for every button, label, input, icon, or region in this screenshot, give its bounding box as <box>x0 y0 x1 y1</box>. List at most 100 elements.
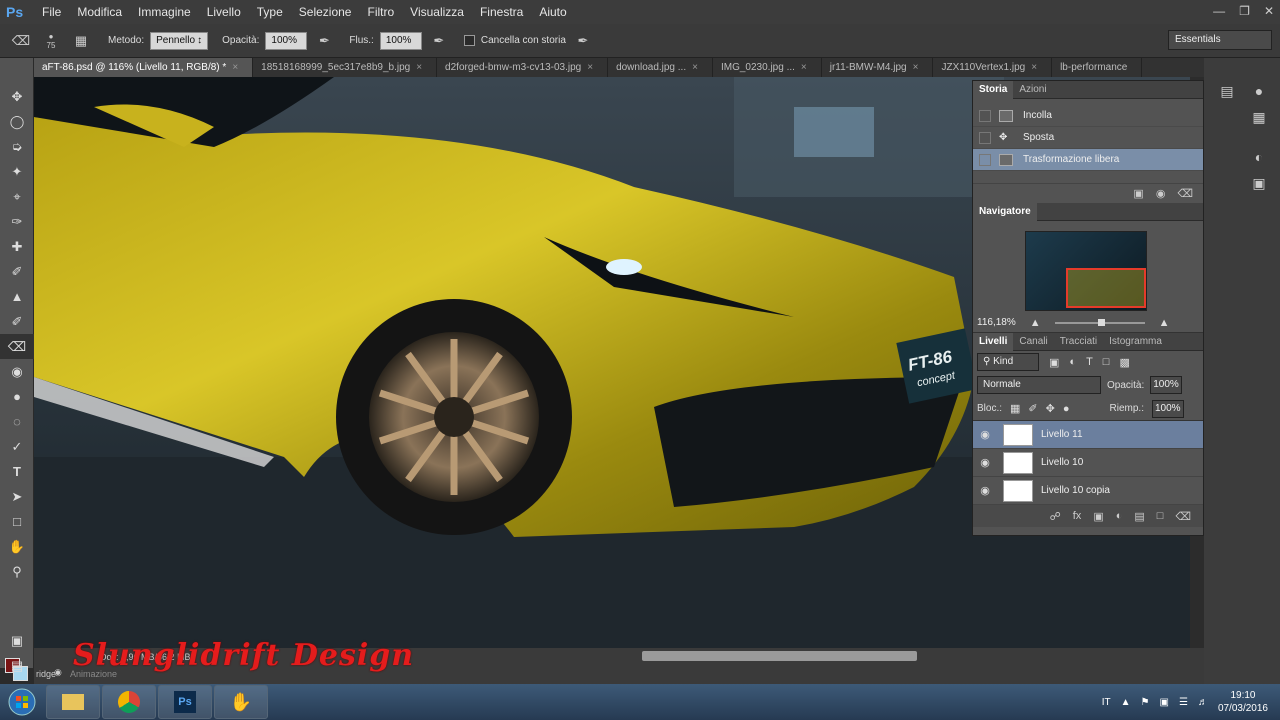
menu-selezione[interactable]: Selezione <box>291 0 360 24</box>
history-checkbox[interactable] <box>979 131 991 144</box>
filter-pixel-icon[interactable]: ▣ <box>1049 356 1059 369</box>
history-dock-icon[interactable]: ▤ <box>1216 80 1238 102</box>
minimize-icon[interactable]: — <box>1213 4 1225 18</box>
layer-row-livello-11[interactable]: ◉ Livello 11 <box>973 421 1203 449</box>
zoom-slider-thumb[interactable] <box>1097 318 1105 326</box>
navigator-zoom-value[interactable]: 116,18% <box>977 317 1016 328</box>
type-tool-icon[interactable]: T <box>0 459 34 484</box>
clock[interactable]: 19:10 07/03/2016 <box>1218 689 1268 715</box>
tab-istogramma[interactable]: Istogramma <box>1103 333 1168 351</box>
bottom-tab-ridge[interactable]: ridge <box>36 669 56 679</box>
navigator-view-box[interactable] <box>1066 268 1146 308</box>
opacita-field[interactable]: 100% <box>265 31 308 50</box>
filter-shape-icon[interactable]: □ <box>1103 356 1110 368</box>
tab-jr11[interactable]: jr11-BMW-M4.jpg × <box>822 58 934 77</box>
history-item-incolla[interactable]: Incolla <box>973 105 1203 127</box>
lock-transparent-icon[interactable]: ▦ <box>1010 402 1020 415</box>
tab-tracciati[interactable]: Tracciati <box>1054 333 1103 351</box>
filter-smart-icon[interactable]: ▩ <box>1119 356 1129 369</box>
clone-stamp-icon[interactable]: ▲ <box>0 284 34 309</box>
menu-file[interactable]: File <box>34 0 69 24</box>
styles-dock-icon[interactable]: ▣ <box>1248 172 1270 194</box>
tab-18518168999[interactable]: 18518168999_5ec317e8b9_b.jpg × <box>253 58 438 77</box>
pen-tool-icon[interactable]: ✓ <box>0 434 34 459</box>
screen-mode-icon[interactable]: ▤ <box>0 653 34 678</box>
healing-brush-icon[interactable]: ✚ <box>0 234 34 259</box>
history-item-trasformazione[interactable]: Trasformazione libera <box>973 149 1203 171</box>
start-button[interactable] <box>0 684 44 720</box>
layer-row-livello-10[interactable]: ◉ Livello 10 <box>973 449 1203 477</box>
tab-download[interactable]: download.jpg ... × <box>608 58 713 77</box>
path-select-icon[interactable]: ➤ <box>0 484 34 509</box>
menu-finestra[interactable]: Finestra <box>472 0 531 24</box>
taskbar-app-hand[interactable]: ✋ <box>214 685 268 719</box>
visibility-eye-icon[interactable]: ◉ <box>973 428 997 441</box>
magic-wand-icon[interactable]: ✦ <box>0 159 34 184</box>
tab-canali[interactable]: Canali <box>1013 333 1053 351</box>
brush-panel-icon[interactable]: ▦ <box>70 30 92 52</box>
monitor-icon[interactable]: ▣ <box>1160 697 1169 708</box>
tab-livelli[interactable]: Livelli <box>973 332 1014 351</box>
navigator-thumbnail[interactable] <box>1025 231 1147 311</box>
opacity-field[interactable]: 100% <box>1150 376 1183 394</box>
menu-filtro[interactable]: Filtro <box>359 0 402 24</box>
link-layers-icon[interactable]: ☍ <box>1050 510 1061 523</box>
color-dock-icon[interactable]: ● <box>1248 80 1270 102</box>
shape-tool-icon[interactable]: □ <box>0 509 34 534</box>
lock-position-icon[interactable]: ✥ <box>1046 402 1055 415</box>
menu-visualizza[interactable]: Visualizza <box>402 0 472 24</box>
close-tab-icon[interactable]: × <box>913 62 919 73</box>
menu-type[interactable]: Type <box>249 0 291 24</box>
taskbar-explorer[interactable] <box>46 685 100 719</box>
zoom-in-icon[interactable]: ▲ <box>1159 317 1170 329</box>
close-tab-icon[interactable]: × <box>801 62 807 73</box>
eraser-tool-icon[interactable]: ⌫ <box>10 30 32 52</box>
layer-mask-icon[interactable]: ▣ <box>1093 510 1103 523</box>
menu-aiuto[interactable]: Aiuto <box>531 0 574 24</box>
history-brush-icon[interactable]: ✐ <box>0 309 34 334</box>
flusso-field[interactable]: 100% <box>379 31 422 50</box>
tab-d2forged[interactable]: d2forged-bmw-m3-cv13-03.jpg × <box>437 58 609 77</box>
camera-icon[interactable]: ◉ <box>1156 187 1166 200</box>
menu-modifica[interactable]: Modifica <box>69 0 130 24</box>
history-item-sposta[interactable]: ✥ Sposta <box>973 127 1203 149</box>
tab-storia[interactable]: Storia <box>973 80 1014 99</box>
layer-name[interactable]: Livello 10 <box>1041 457 1083 468</box>
zoom-tool-icon[interactable]: ⚲ <box>0 559 34 584</box>
tab-lb-performance[interactable]: lb-performance <box>1052 58 1143 77</box>
close-tab-icon[interactable]: × <box>587 62 593 73</box>
tab-ft86[interactable]: aFT-86.psd @ 116% (Livello 11, RGB/8) * × <box>34 58 254 77</box>
eyedropper-icon[interactable]: ✑ <box>0 209 34 234</box>
lasso-tool-icon[interactable]: ➭ <box>0 134 34 159</box>
new-document-icon[interactable]: ▣ <box>1133 187 1143 200</box>
zoom-slider[interactable] <box>1054 318 1145 326</box>
delete-layer-icon[interactable]: ⌫ <box>1175 510 1191 523</box>
swatches-dock-icon[interactable]: ▦ <box>1248 106 1270 128</box>
menu-livello[interactable]: Livello <box>199 0 249 24</box>
history-checkbox[interactable] <box>979 109 991 122</box>
layer-name[interactable]: Livello 10 copia <box>1041 485 1110 496</box>
marquee-tool-icon[interactable]: ◯ <box>0 109 34 134</box>
flag-icon[interactable]: ⚑ <box>1141 697 1150 708</box>
trash-icon[interactable]: ⌫ <box>1177 187 1193 200</box>
brush-preset-picker[interactable]: ● 75 <box>38 30 64 52</box>
layer-kind-select[interactable]: ⚲ Kind <box>977 353 1039 371</box>
close-icon[interactable]: ✕ <box>1264 4 1274 18</box>
fill-field[interactable]: 100% <box>1151 399 1184 418</box>
close-tab-icon[interactable]: × <box>692 62 698 73</box>
layer-row-livello-10-copia[interactable]: ◉ Livello 10 copia <box>973 477 1203 505</box>
adjustments-dock-icon[interactable]: ◐ <box>1248 146 1270 168</box>
pressure-opacity-icon[interactable]: ✒ <box>313 30 335 52</box>
restore-icon[interactable]: ❐ <box>1239 4 1250 18</box>
language-indicator[interactable]: IT <box>1102 697 1111 708</box>
new-layer-icon[interactable]: □ <box>1157 510 1164 522</box>
quick-mask-icon[interactable]: ▣ <box>0 628 34 653</box>
tab-azioni[interactable]: Azioni <box>1013 81 1052 99</box>
zoom-out-icon[interactable]: ▲ <box>1030 317 1041 329</box>
metodo-select[interactable]: Pennello ↕ <box>150 31 209 50</box>
cancella-storia-checkbox[interactable] <box>463 35 475 46</box>
network-icon[interactable]: ☰ <box>1179 697 1188 708</box>
pressure-size-icon[interactable]: ✒ <box>572 30 594 52</box>
close-tab-icon[interactable]: × <box>416 62 422 73</box>
blend-mode-select[interactable]: Normale <box>977 376 1101 394</box>
